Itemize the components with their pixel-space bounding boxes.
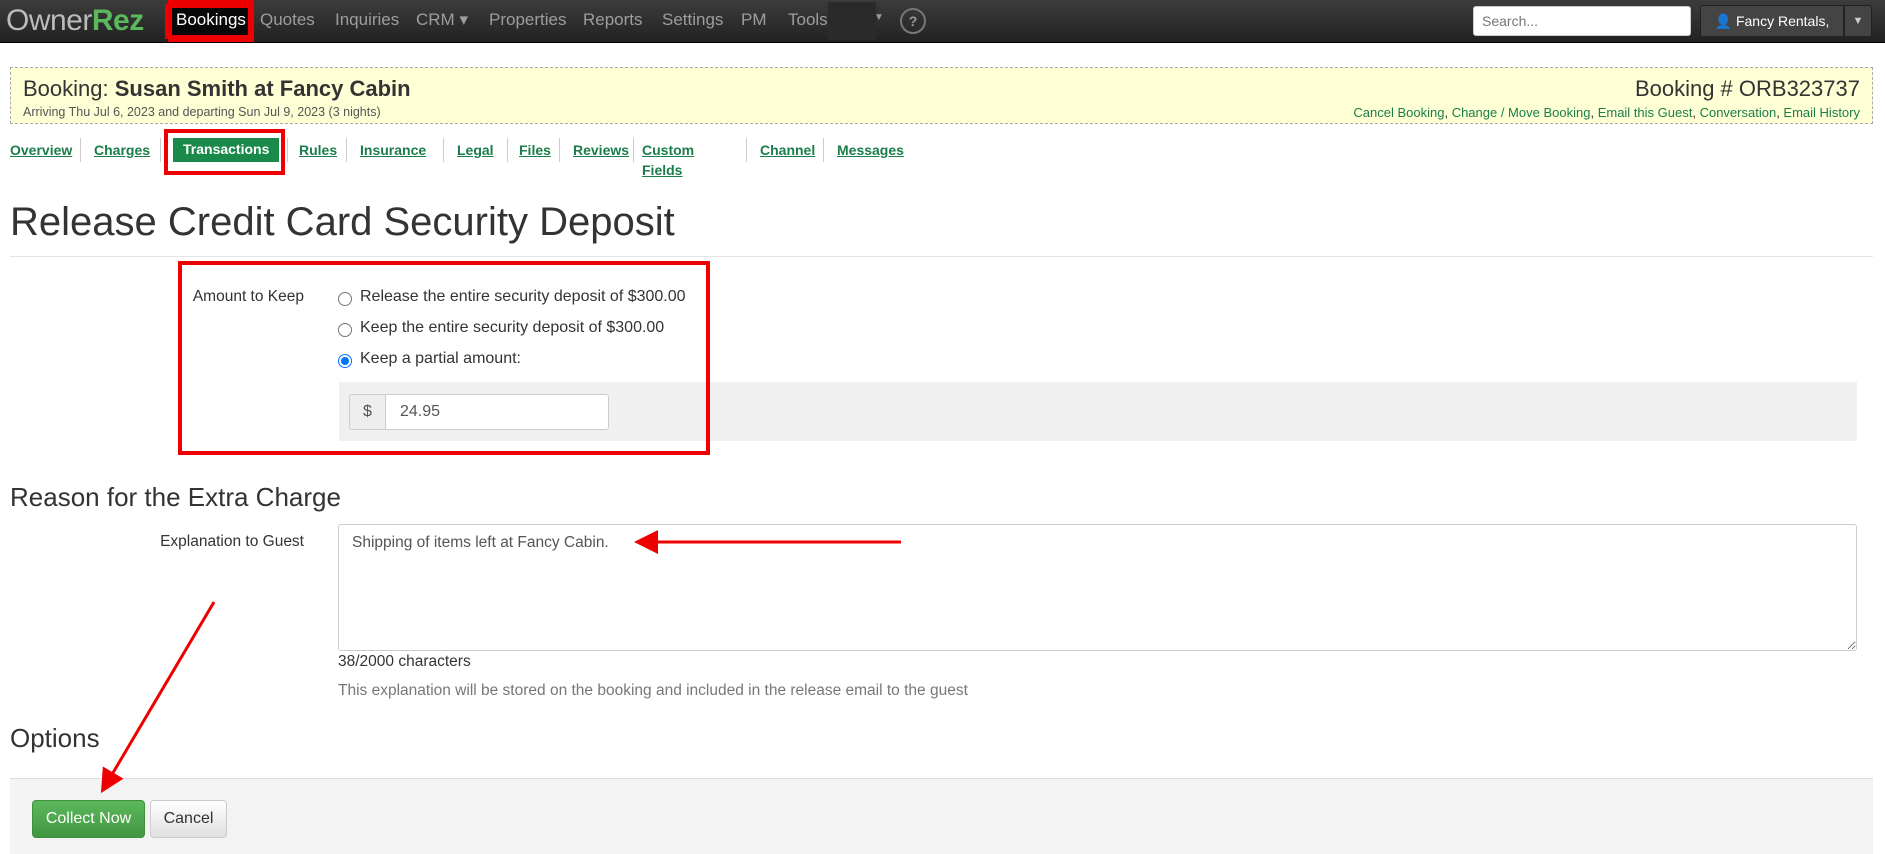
help-icon[interactable]: ?	[900, 8, 926, 34]
page-title: Release Credit Card Security Deposit	[10, 200, 675, 244]
user-menu-button[interactable]: 👤 Fancy Rentals, LLC	[1700, 5, 1844, 59]
nav-settings[interactable]: Settings	[654, 0, 731, 42]
divider	[10, 256, 1873, 257]
nav-reports[interactable]: Reports	[575, 0, 651, 42]
tab-messages[interactable]: Messages	[837, 140, 904, 160]
tab-legal[interactable]: Legal	[457, 140, 494, 160]
booking-number: Booking # ORB323737	[1634, 76, 1860, 101]
booking-actions: Cancel Booking, Change / Move Booking, E…	[1353, 105, 1860, 120]
currency-addon: $	[349, 394, 386, 430]
ownerrez-logo[interactable]: OwnerRez	[6, 4, 144, 38]
nav-hidden-item[interactable]	[828, 2, 876, 40]
tab-insurance[interactable]: Insurance	[360, 140, 426, 160]
nav-crm[interactable]: CRM ▾	[408, 0, 476, 42]
radio-keep-partial[interactable]	[338, 354, 352, 368]
tab-files[interactable]: Files	[519, 140, 551, 160]
options-heading: Options	[10, 723, 100, 753]
nav-pm[interactable]: PM	[733, 0, 775, 42]
explanation-textarea[interactable]: Shipping of items left at Fancy Cabin.	[338, 524, 1857, 651]
radio-keep-entire[interactable]	[338, 323, 352, 337]
tab-rules[interactable]: Rules	[299, 140, 337, 160]
option-keep-entire[interactable]: Keep the entire security deposit of $300…	[360, 319, 664, 337]
email-guest-link[interactable]: Email this Guest	[1598, 105, 1693, 120]
tab-reviews[interactable]: Reviews	[573, 140, 629, 160]
tab-charges[interactable]: Charges	[94, 140, 150, 160]
user-icon: 👤	[1714, 13, 1733, 29]
nav-inquiries[interactable]: Inquiries	[327, 0, 407, 42]
top-navbar: OwnerRez Bookings Quotes Inquiries CRM ▾…	[0, 0, 1885, 59]
nav-properties[interactable]: Properties	[481, 0, 574, 42]
booking-banner: Booking: Susan Smith at Fancy Cabin Arri…	[10, 67, 1873, 124]
reason-heading: Reason for the Extra Charge	[10, 482, 341, 512]
tab-overview[interactable]: Overview	[10, 140, 72, 160]
conversation-link[interactable]: Conversation	[1700, 105, 1777, 120]
booking-guest-property: Susan Smith at Fancy Cabin	[114, 76, 411, 101]
arrow-to-collect-now	[100, 601, 216, 794]
search-input[interactable]	[1473, 6, 1691, 36]
tab-channel[interactable]: Channel	[760, 140, 815, 160]
character-count: 38/2000 characters	[338, 653, 471, 670]
booking-dates: Arriving Thu Jul 6, 2023 and departing S…	[23, 105, 381, 119]
explanation-help-text: This explanation will be stored on the b…	[338, 682, 968, 699]
user-menu-caret-icon[interactable]: ▼	[1844, 5, 1872, 37]
option-release-entire[interactable]: Release the entire security deposit of $…	[360, 288, 686, 306]
tab-transactions[interactable]: Transactions	[173, 138, 280, 162]
user-name: Fancy Rentals, LLC	[1735, 13, 1830, 59]
logo-text: Owner	[6, 4, 92, 37]
cancel-booking-link[interactable]: Cancel Booking	[1353, 105, 1444, 120]
explanation-label: Explanation to Guest	[160, 533, 304, 550]
cancel-button[interactable]: Cancel	[150, 800, 227, 838]
form-footer	[10, 778, 1873, 854]
change-move-booking-link[interactable]: Change / Move Booking	[1452, 105, 1591, 120]
nav-quotes[interactable]: Quotes	[252, 0, 323, 42]
amount-label: Amount to Keep	[192, 288, 304, 305]
booking-title: Booking: Susan Smith at Fancy Cabin	[23, 76, 411, 102]
tab-custom-fields[interactable]: Custom Fields	[642, 140, 694, 180]
radio-release-entire[interactable]	[338, 292, 352, 306]
caret-down-icon[interactable]: ▼	[874, 12, 884, 23]
partial-amount-input[interactable]	[385, 394, 609, 430]
booking-title-prefix: Booking:	[23, 76, 109, 101]
nav-bookings[interactable]: Bookings	[168, 0, 254, 42]
option-keep-partial[interactable]: Keep a partial amount:	[360, 350, 521, 368]
logo-text-accent: Rez	[91, 4, 144, 37]
email-history-link[interactable]: Email History	[1783, 105, 1860, 120]
collect-now-button[interactable]: Collect Now	[32, 800, 145, 838]
